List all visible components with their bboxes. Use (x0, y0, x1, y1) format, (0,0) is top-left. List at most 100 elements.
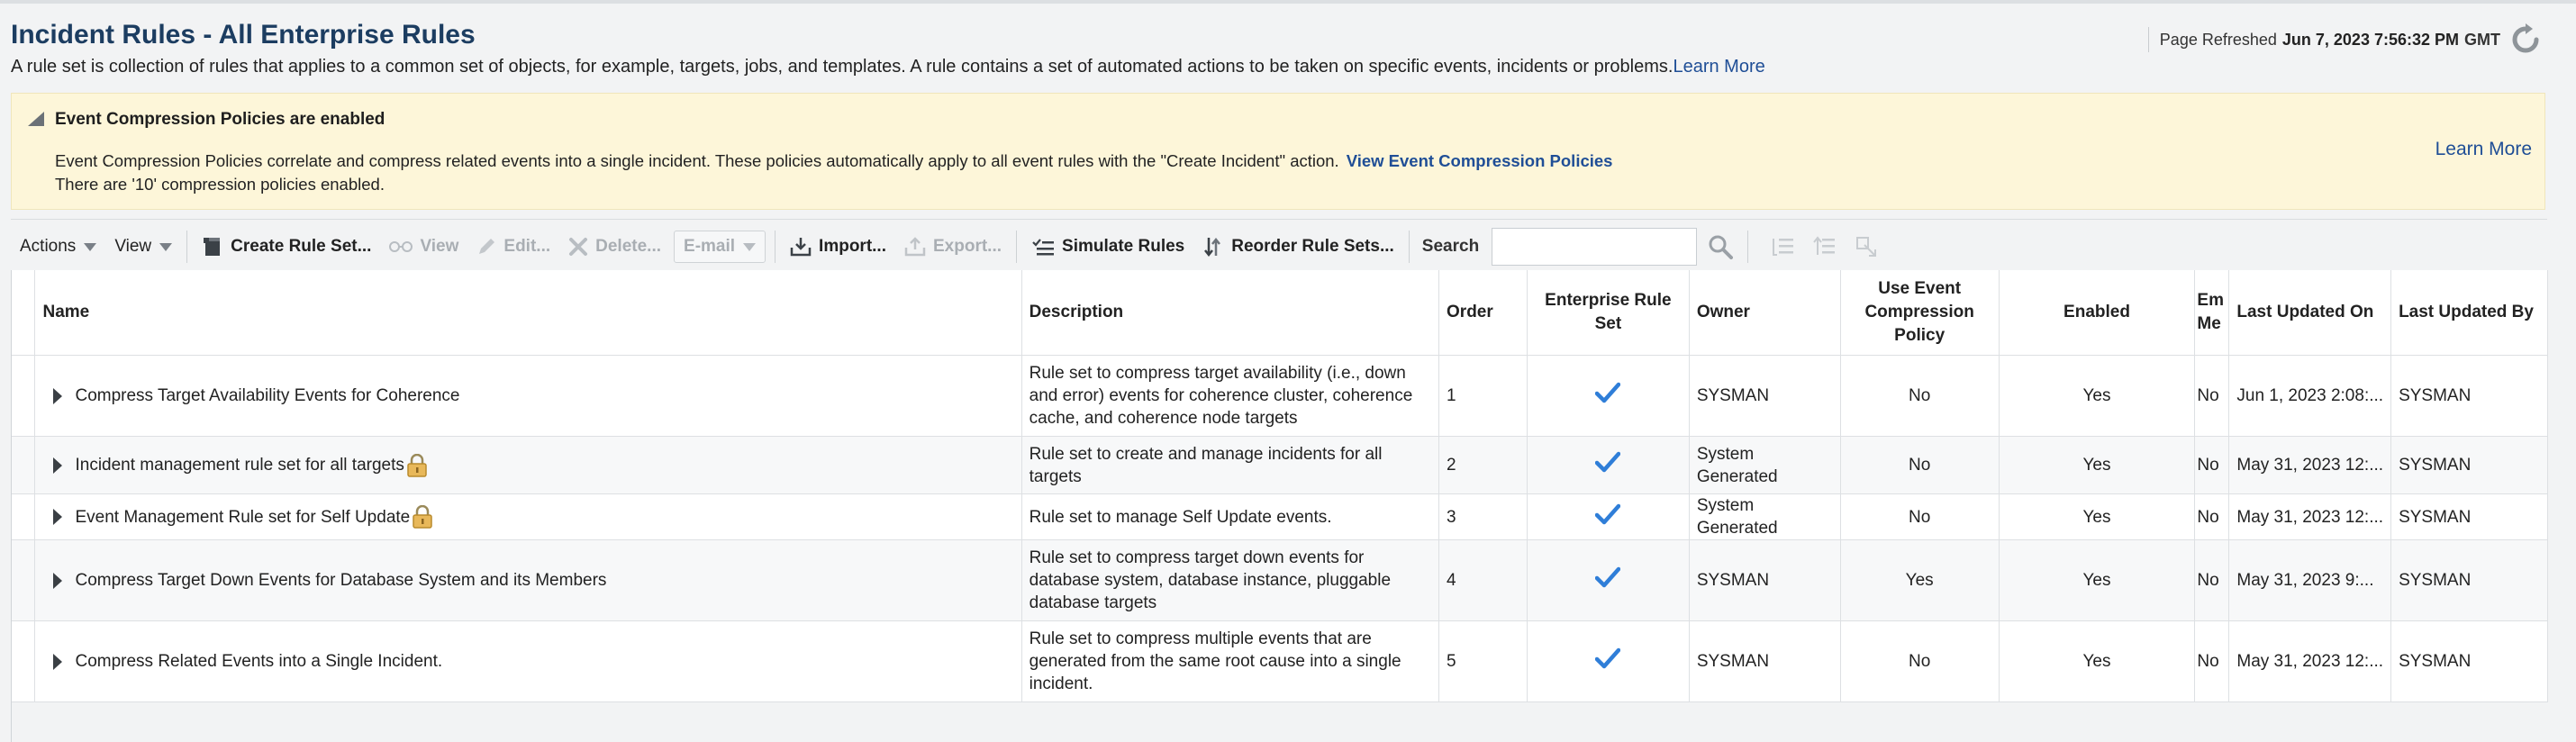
cell-order: 4 (1438, 539, 1528, 621)
reorder-rule-sets-label: Reorder Rule Sets... (1231, 237, 1394, 256)
divider (11, 219, 2547, 220)
expand-row-icon[interactable] (53, 509, 63, 525)
cell-enterprise (1527, 620, 1690, 702)
refresh-label: Page Refreshed (2159, 30, 2277, 49)
simulate-rules-button[interactable]: Simulate Rules (1022, 229, 1193, 265)
email-select-label: E-mail (684, 237, 736, 256)
col-header-name[interactable]: Name (34, 270, 1022, 356)
cell-updated-by: SYSMAN (2390, 539, 2548, 621)
rule-set-name[interactable]: Event Management Rule set for Self Updat… (75, 506, 410, 529)
delete-button[interactable]: Delete... (559, 229, 670, 265)
detach-icon[interactable] (1855, 235, 1878, 258)
cell-description: Rule set to compress target availability… (1021, 355, 1440, 437)
table-header-row: Name Description Order Enterprise Rule S… (12, 270, 2548, 356)
expand-row-icon[interactable] (53, 572, 63, 589)
actions-menu-label: Actions (20, 237, 77, 256)
chevron-down-icon (159, 242, 173, 251)
banner-title: Event Compression Policies are enabled (55, 110, 385, 129)
cell-owner: SYSMAN (1689, 539, 1841, 621)
learn-more-link[interactable]: Learn More (1673, 57, 1764, 77)
chevron-down-icon (743, 242, 757, 251)
cell-enabled: Yes (1999, 620, 2196, 702)
refresh-separator (2147, 27, 2149, 52)
cell-enabled: Yes (1999, 539, 2196, 621)
cell-em: No (2194, 539, 2230, 621)
cell-compression: No (1840, 620, 2000, 702)
row-gutter (12, 493, 36, 540)
toolbar-separator (1016, 231, 1018, 263)
edit-button[interactable]: Edit... (467, 229, 559, 265)
table-row[interactable]: Event Management Rule set for Self Updat… (12, 493, 2548, 540)
col-header-owner[interactable]: Owner (1689, 270, 1841, 356)
cell-name: Event Management Rule set for Self Updat… (34, 493, 1022, 540)
create-icon (202, 236, 223, 258)
toolbar-separator (186, 231, 188, 263)
cell-updated-by: SYSMAN (2390, 355, 2548, 437)
move-up-icon[interactable] (1813, 235, 1837, 258)
rule-set-name[interactable]: Compress Target Availability Events for … (75, 385, 459, 407)
cell-enabled: Yes (1999, 355, 2196, 437)
toolbar-separator (775, 231, 776, 263)
search-icon[interactable] (1708, 234, 1734, 259)
import-icon (790, 237, 812, 257)
cell-compression: Yes (1840, 539, 2000, 621)
cell-compression: No (1840, 436, 2000, 494)
banner-description-text: Event Compression Policies correlate and… (55, 151, 1339, 170)
row-gutter (12, 539, 36, 621)
cell-order: 1 (1438, 355, 1528, 437)
expand-row-icon[interactable] (53, 457, 63, 474)
table-row[interactable]: Incident management rule set for all tar… (12, 436, 2548, 494)
col-header-description[interactable]: Description (1021, 270, 1440, 356)
cell-updated-by: SYSMAN (2390, 493, 2548, 540)
table-row[interactable]: Compress Related Events into a Single In… (12, 620, 2548, 702)
col-header-order[interactable]: Order (1438, 270, 1528, 356)
col-header-updated-by[interactable]: Last Updated By (2390, 270, 2548, 356)
cell-updated-on: May 31, 2023 12:... (2228, 620, 2392, 702)
edit-button-label: Edit... (503, 237, 551, 256)
col-header-enterprise[interactable]: Enterprise Rule Set (1527, 270, 1690, 356)
view-compression-policies-link[interactable]: View Event Compression Policies (1347, 151, 1613, 170)
cell-description: Rule set to compress target down events … (1021, 539, 1440, 621)
view-button[interactable]: View (380, 229, 467, 265)
page-description: A rule set is collection of rules that a… (11, 57, 1765, 77)
cell-description: Rule set to manage Self Update events. (1021, 493, 1440, 540)
cell-enterprise (1527, 355, 1690, 437)
table-row[interactable]: Compress Target Down Events for Database… (12, 539, 2548, 621)
collapse-triangle-icon[interactable] (28, 112, 44, 126)
cell-updated-by: SYSMAN (2390, 436, 2548, 494)
export-button-label: Export... (933, 237, 1002, 256)
view-button-label: View (420, 237, 459, 256)
actions-menu[interactable]: Actions (11, 229, 105, 265)
import-button[interactable]: Import... (781, 229, 895, 265)
col-header-compression[interactable]: Use Event Compression Policy (1840, 270, 2000, 356)
view-menu-label: View (114, 237, 152, 256)
email-select[interactable]: E-mail (674, 231, 766, 263)
cell-updated-on: May 31, 2023 12:... (2228, 493, 2392, 540)
rule-set-name[interactable]: Compress Target Down Events for Database… (75, 569, 606, 592)
export-button[interactable]: Export... (895, 229, 1011, 265)
cell-em: No (2194, 355, 2230, 437)
cell-description: Rule set to create and manage incidents … (1021, 436, 1440, 494)
table-row[interactable]: Compress Target Availability Events for … (12, 355, 2548, 437)
expand-row-icon[interactable] (53, 653, 63, 670)
cell-description: Rule set to compress multiple events tha… (1021, 620, 1440, 702)
search-input[interactable] (1492, 228, 1698, 266)
checkmark-icon (1595, 647, 1621, 669)
reorder-rule-sets-button[interactable]: Reorder Rule Sets... (1193, 229, 1403, 265)
col-header-updated-on[interactable]: Last Updated On (2228, 270, 2392, 356)
cell-name: Compress Related Events into a Single In… (34, 620, 1022, 702)
collapse-rows-icon[interactable] (1772, 235, 1795, 258)
cell-enterprise (1527, 539, 1690, 621)
refresh-icon[interactable] (2509, 23, 2542, 56)
col-header-em[interactable]: Em Me (2194, 270, 2230, 356)
rule-set-name[interactable]: Compress Related Events into a Single In… (75, 650, 442, 673)
create-rule-set-button[interactable]: Create Rule Set... (193, 229, 380, 265)
view-menu[interactable]: View (105, 229, 181, 265)
expand-row-icon[interactable] (53, 387, 63, 404)
col-header-enabled[interactable]: Enabled (1999, 270, 2196, 356)
checkmark-icon (1595, 382, 1621, 403)
row-gutter (12, 436, 36, 494)
banner-learn-more-link[interactable]: Learn More (2435, 139, 2532, 160)
rule-set-name[interactable]: Incident management rule set for all tar… (75, 454, 404, 476)
row-header-gutter (12, 270, 36, 356)
